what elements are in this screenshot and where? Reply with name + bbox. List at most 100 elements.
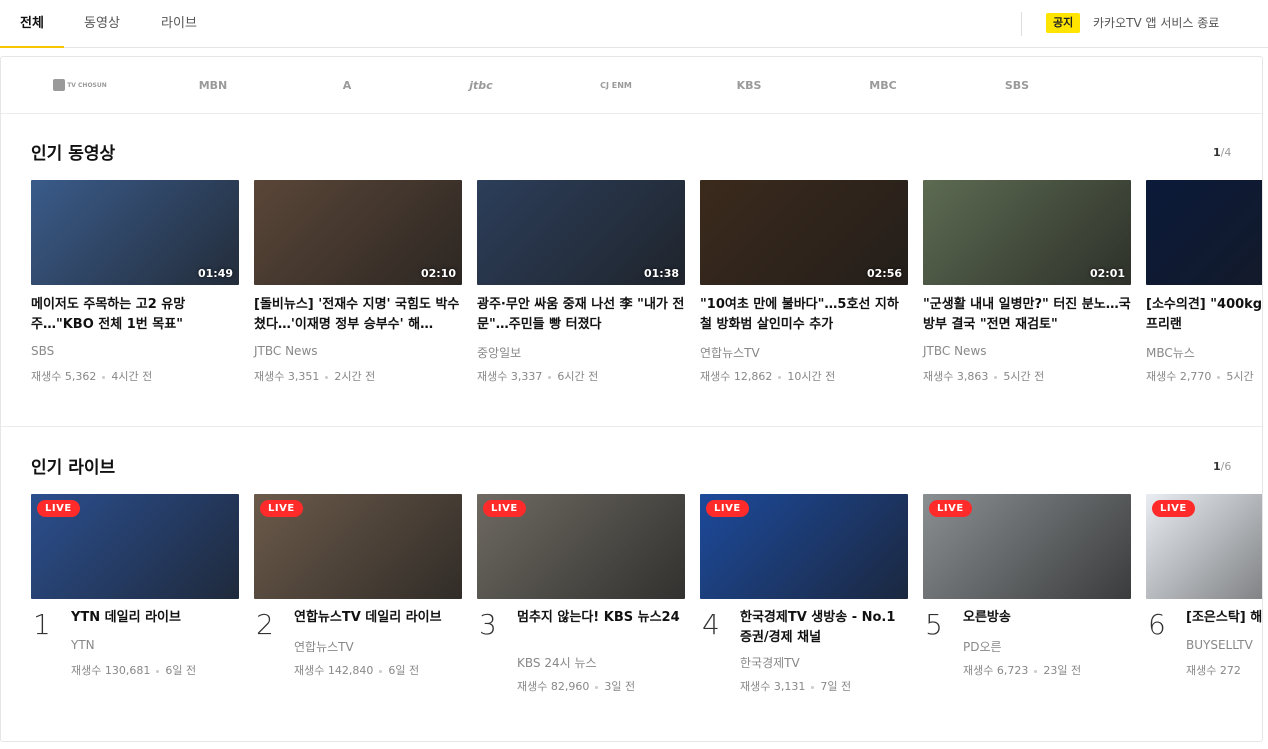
- tab-live[interactable]: 라이브: [150, 0, 208, 47]
- live-thumbnail[interactable]: LIVE: [700, 494, 908, 599]
- tab-all[interactable]: 전체: [0, 0, 64, 48]
- live-badge: LIVE: [483, 500, 526, 517]
- video-card[interactable]: [소수의견] "400kg 쇠사지 마비"··프리랜 MBC뉴스재생수 2,770…: [1146, 180, 1262, 383]
- live-rank: 3: [479, 608, 497, 641]
- live-views: 재생수 130,681: [71, 664, 151, 677]
- live-channel[interactable]: YTN: [71, 638, 95, 652]
- video-channel[interactable]: MBC뉴스: [1146, 344, 1195, 361]
- live-views: 재생수 272: [1186, 664, 1241, 677]
- video-card[interactable]: 01:38 광주·무안 싸움 중재 나선 李 "내가 전문"…주민들 빵 터졌다중…: [477, 180, 685, 383]
- video-title[interactable]: 메이저도 주목하는 고2 유망주…"KBO 전체 1번 목표": [31, 295, 239, 335]
- live-stats: 재생수 142,840 6일 전: [294, 662, 419, 678]
- video-thumbnail[interactable]: 02:01: [923, 180, 1131, 285]
- broadcaster-logo-tvchosun[interactable]: TV CHOSUN: [53, 77, 107, 95]
- video-channel[interactable]: JTBC News: [923, 344, 987, 358]
- tab-videos[interactable]: 동영상: [74, 0, 130, 47]
- live-stats: 재생수 6,723 23일 전: [963, 662, 1081, 678]
- video-channel[interactable]: JTBC News: [254, 344, 318, 358]
- live-channel[interactable]: PD오른: [963, 638, 1002, 655]
- live-title[interactable]: 멈추지 않는다! KBS 뉴스24: [517, 608, 685, 648]
- live-time: 23일 전: [1043, 664, 1082, 677]
- video-thumbnail[interactable]: 01:49: [31, 180, 239, 285]
- live-channel[interactable]: 한국경제TV: [740, 654, 800, 671]
- separator-dot: [325, 375, 329, 379]
- broadcaster-logo-mbc[interactable]: MBC: [863, 77, 903, 95]
- video-views: 재생수 3,351: [254, 370, 320, 383]
- broadcaster-logo-mbn[interactable]: MBN: [191, 77, 235, 95]
- content-panel: TV CHOSUN MBN A jtbc CJ ENM KBS MBC SBS …: [0, 56, 1263, 742]
- video-channel[interactable]: 중앙일보: [477, 344, 521, 361]
- video-channel[interactable]: 연합뉴스TV: [700, 344, 760, 361]
- live-rank: 2: [256, 608, 274, 641]
- video-title[interactable]: [소수의견] "400kg 쇠사지 마비"··프리랜: [1146, 295, 1262, 335]
- video-channel[interactable]: SBS: [31, 344, 54, 358]
- broadcaster-logo-channel-a[interactable]: A: [335, 77, 359, 95]
- separator-dot: [994, 375, 998, 379]
- live-badge: LIVE: [37, 500, 80, 517]
- live-rank: 4: [702, 608, 720, 641]
- live-channel[interactable]: BUYSELLTV: [1186, 638, 1253, 652]
- video-time: 10시간 전: [787, 370, 836, 383]
- video-views: 재생수 2,770: [1146, 370, 1212, 383]
- live-time: 7일 전: [820, 680, 852, 693]
- video-duration: 02:01: [1089, 267, 1125, 280]
- live-stats: 재생수 3,131 7일 전: [740, 678, 851, 694]
- broadcaster-bar: TV CHOSUN MBN A jtbc CJ ENM KBS MBC SBS: [1, 57, 1262, 114]
- video-time: 5시간 전: [1003, 370, 1045, 383]
- live-channel[interactable]: KBS 24시 뉴스: [517, 654, 597, 671]
- live-card[interactable]: LIVE6[조은스탁] 해시그널차트BUYSELLTV재생수 272: [1146, 494, 1262, 677]
- video-card[interactable]: 02:01 "군생활 내내 일병만?" 터진 분노…국방부 결국 "전면 재검토"…: [923, 180, 1131, 383]
- video-duration: 02:10: [420, 267, 456, 280]
- video-thumbnail[interactable]: 02:10: [254, 180, 462, 285]
- broadcaster-logo-cjenm[interactable]: CJ ENM: [591, 77, 641, 95]
- live-badge: LIVE: [929, 500, 972, 517]
- live-card[interactable]: LIVE 1 YTN 데일리 라이브 YTN 재생수 130,681 6일 전: [31, 494, 239, 677]
- broadcaster-logo-kbs[interactable]: KBS: [729, 77, 769, 95]
- live-card[interactable]: LIVE 2 연합뉴스TV 데일리 라이브 연합뉴스TV 재생수 142,840 6일 전: [254, 494, 462, 677]
- live-channel[interactable]: 연합뉴스TV: [294, 638, 354, 655]
- live-title[interactable]: 한국경제TV 생방송 - No.1 증권/경제 채널: [740, 608, 908, 648]
- popular-videos-pager[interactable]: 1/4: [1213, 146, 1231, 159]
- video-stats: 재생수 5,362 4시간 전: [31, 368, 152, 384]
- video-title[interactable]: "10여초 만에 불바다"…5호선 지하철 방화범 살인미수 추가: [700, 295, 908, 335]
- video-duration: 01:38: [643, 267, 679, 280]
- video-stats: 재생수 12,862 10시간 전: [700, 368, 835, 384]
- video-card[interactable]: 02:56 "10여초 만에 불바다"…5호선 지하철 방화범 살인미수 추가연합…: [700, 180, 908, 383]
- live-thumbnail[interactable]: LIVE: [254, 494, 462, 599]
- video-time: 6시간 전: [557, 370, 599, 383]
- separator-dot: [595, 685, 599, 689]
- live-card[interactable]: LIVE 5 오른방송 PD오른 재생수 6,723 23일 전: [923, 494, 1131, 677]
- broadcaster-logo-jtbc[interactable]: jtbc: [463, 77, 499, 95]
- video-card[interactable]: 02:10 [돌비뉴스] '전재수 지명' 국힘도 박수쳤다…'이재명 정부 승부…: [254, 180, 462, 383]
- live-badge: LIVE: [260, 500, 303, 517]
- live-stats: 재생수 272: [1186, 662, 1241, 678]
- pager-total: /6: [1220, 460, 1232, 473]
- video-card[interactable]: 01:49 메이저도 주목하는 고2 유망주…"KBO 전체 1번 목표" SBS 재…: [31, 180, 239, 383]
- video-views: 재생수 12,862: [700, 370, 773, 383]
- live-thumbnail[interactable]: LIVE: [923, 494, 1131, 599]
- live-thumbnail[interactable]: LIVE: [1146, 494, 1262, 599]
- live-thumbnail[interactable]: LIVE: [477, 494, 685, 599]
- video-thumbnail[interactable]: [1146, 180, 1262, 285]
- live-card[interactable]: LIVE 4 한국경제TV 생방송 - No.1 증권/경제 채널한국경제TV 재생수…: [700, 494, 908, 693]
- tvchosun-logo-icon: [53, 79, 66, 91]
- live-rank: 1: [33, 608, 51, 641]
- live-badge: LIVE: [1152, 500, 1195, 517]
- broadcaster-logo-sbs[interactable]: SBS: [997, 77, 1037, 95]
- popular-live-pager[interactable]: 1/6: [1213, 460, 1231, 473]
- video-title[interactable]: 광주·무안 싸움 중재 나선 李 "내가 전문"…주민들 빵 터졌다: [477, 295, 685, 335]
- live-thumbnail[interactable]: LIVE: [31, 494, 239, 599]
- separator-dot: [156, 669, 160, 673]
- live-time: 6일 전: [165, 664, 197, 677]
- video-thumbnail[interactable]: 02:56: [700, 180, 908, 285]
- video-thumbnail[interactable]: 01:38: [477, 180, 685, 285]
- notice-badge: 공지: [1046, 13, 1081, 33]
- video-title[interactable]: "군생활 내내 일병만?" 터진 분노…국방부 결국 "전면 재검토": [923, 295, 1131, 335]
- notice-link[interactable]: 카카오TV 앱 서비스 종료: [1093, 14, 1219, 31]
- live-title[interactable]: YTN 데일리 라이브: [71, 608, 239, 648]
- broadcaster-name: TV CHOSUN: [67, 82, 107, 89]
- section-divider: [1, 426, 1262, 427]
- live-card[interactable]: LIVE 3 멈추지 않는다! KBS 뉴스24 KBS 24시 뉴스 재생수 82,9…: [477, 494, 685, 693]
- pager-total: /4: [1220, 146, 1232, 159]
- video-title[interactable]: [돌비뉴스] '전재수 지명' 국힘도 박수쳤다…'이재명 정부 승부수' 해…: [254, 295, 462, 335]
